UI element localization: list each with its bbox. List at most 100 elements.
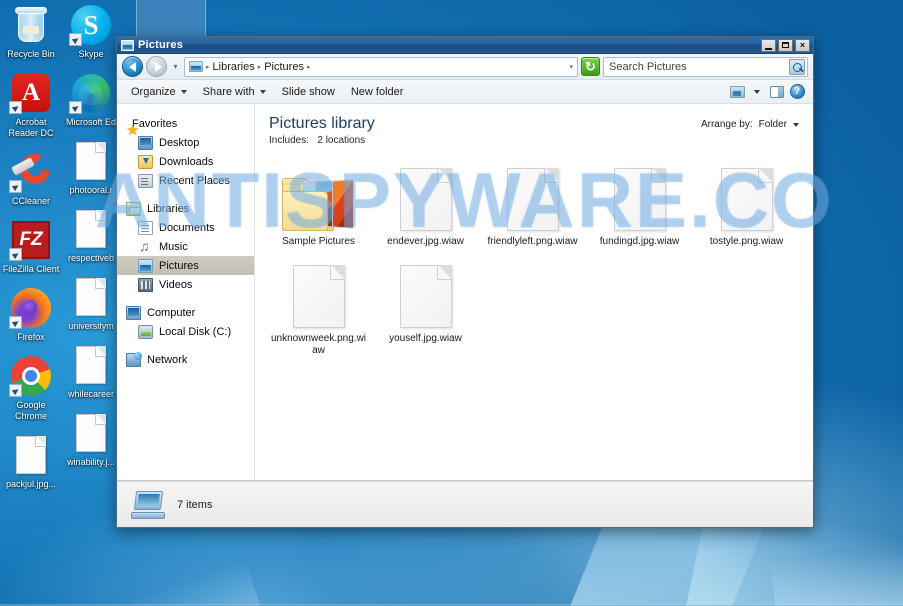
breadcrumb-root-icon[interactable]	[189, 61, 203, 72]
list-item[interactable]: Sample Pictures	[265, 158, 372, 255]
preview-pane-button[interactable]	[727, 83, 747, 101]
includes-value[interactable]: 2 locations	[317, 135, 365, 146]
sidebar-item-music[interactable]: Music	[117, 237, 254, 256]
desktop-icon-column-2: Skype Microsoft Ed photooral.r respectiv…	[62, 4, 120, 480]
history-dropdown-icon[interactable]: ▾	[170, 62, 181, 71]
breadcrumb[interactable]: ▸ Libraries ▸ Pictures ▸ ▾	[184, 56, 578, 77]
list-item[interactable]: youself.jpg.wiaw	[372, 255, 479, 364]
refresh-icon[interactable]	[581, 57, 600, 76]
command-toolbar: Organize Share with Slide show New folde…	[117, 80, 813, 104]
list-item[interactable]: fundingd.jpg.wiaw	[586, 158, 693, 255]
nav-group-computer: Computer Local Disk (C:)	[117, 303, 254, 341]
new-folder-button[interactable]: New folder	[343, 83, 412, 101]
sidebar-item-favorites[interactable]: Favorites	[117, 114, 254, 139]
arrange-by-value[interactable]: Folder	[759, 119, 787, 130]
forward-button[interactable]	[146, 56, 167, 77]
breadcrumb-item-libraries[interactable]: Libraries	[213, 61, 255, 73]
navigation-pane: Favorites Desktop Downloads Recent Place…	[117, 104, 255, 480]
sidebar-item-recent-places[interactable]: Recent Places	[117, 171, 254, 190]
address-dropdown-icon[interactable]: ▾	[569, 63, 573, 71]
close-button[interactable]: ×	[795, 38, 810, 52]
breadcrumb-separator-icon[interactable]: ▸	[206, 63, 210, 71]
sidebar-item-label: Documents	[159, 221, 215, 234]
chevron-down-icon	[259, 89, 266, 94]
layout-pane-button[interactable]	[767, 83, 787, 101]
sidebar-item-computer[interactable]: Computer	[117, 303, 254, 322]
list-item[interactable]: friendlyleft.png.wiaw	[479, 158, 586, 255]
chevron-down-icon	[754, 89, 760, 94]
chevron-down-icon	[793, 122, 799, 127]
organize-button[interactable]: Organize	[123, 83, 195, 101]
share-with-label: Share with	[202, 85, 255, 98]
desktop-icon-respectiveb[interactable]: respectiveb	[62, 208, 120, 264]
sidebar-item-label: Videos	[159, 278, 193, 291]
document-icon	[70, 412, 112, 454]
desktop-icon-column-1: Recycle Bin Acrobat Reader DC CCleaner F…	[2, 4, 60, 502]
desktop-icon-packjul[interactable]: packjul.jpg...	[2, 434, 60, 490]
filezilla-icon	[9, 219, 52, 261]
sidebar-item-libraries[interactable]: Libraries	[117, 199, 254, 218]
desktop-icon-ccleaner[interactable]: CCleaner	[2, 147, 60, 207]
desktop-icon-google-chrome[interactable]: Google Chrome	[2, 355, 60, 422]
file-icon	[613, 168, 666, 231]
desktop-icon-winability[interactable]: winability.j...	[62, 412, 120, 468]
file-thumbnail	[375, 163, 476, 231]
help-icon: ?	[789, 84, 805, 99]
sidebar-item-local-disk[interactable]: Local Disk (C:)	[117, 322, 254, 341]
window-title: Pictures	[138, 39, 184, 51]
list-item[interactable]: unknownweek.png.wiaw	[265, 255, 372, 364]
chrome-icon	[9, 355, 52, 397]
desktop-icon-recycle-bin[interactable]: Recycle Bin	[2, 4, 60, 60]
arrange-by-label: Arrange by:	[700, 119, 753, 130]
sidebar-item-label: Libraries	[147, 202, 190, 215]
breadcrumb-separator-icon[interactable]: ▸	[307, 63, 311, 71]
desktop-icon-whilecareer[interactable]: whilecareer	[62, 344, 120, 400]
desktop-icon-label: Skype	[78, 49, 104, 59]
slide-show-button[interactable]: Slide show	[274, 83, 343, 101]
sidebar-item-pictures[interactable]: Pictures	[117, 256, 254, 275]
library-header-text: Pictures library Includes: 2 locations	[269, 114, 375, 146]
list-item[interactable]: tostyle.png.wiaw	[693, 158, 800, 255]
breadcrumb-item-pictures[interactable]: Pictures	[264, 61, 304, 73]
desktop-icon-label: Firefox	[17, 332, 45, 342]
desktop-icon-filezilla[interactable]: FileZilla Client	[2, 219, 60, 275]
status-item-count: 7 items	[177, 498, 213, 511]
folder-thumbnail	[268, 163, 369, 231]
back-button[interactable]	[122, 56, 143, 77]
arrange-by-control[interactable]: Arrange by: Folder	[701, 114, 799, 130]
desktop-icon-universitym[interactable]: universitym	[62, 276, 120, 332]
shortcut-overlay-icon	[9, 248, 22, 261]
shortcut-overlay-icon	[9, 384, 22, 397]
desktop-icon-acrobat-reader[interactable]: Acrobat Reader DC	[2, 72, 60, 139]
search-box[interactable]	[603, 56, 808, 77]
sidebar-item-videos[interactable]: Videos	[117, 275, 254, 294]
list-item-label: tostyle.png.wiaw	[709, 236, 784, 247]
chevron-down-icon	[180, 89, 187, 94]
minimize-button[interactable]	[761, 38, 776, 52]
background-window[interactable]	[136, 0, 206, 40]
sidebar-item-downloads[interactable]: Downloads	[117, 152, 254, 171]
sidebar-item-desktop[interactable]: Desktop	[117, 133, 254, 152]
search-icon[interactable]	[789, 58, 805, 75]
desktop-icon-skype[interactable]: Skype	[62, 4, 120, 60]
pictures-icon	[138, 258, 153, 273]
view-options-dropdown[interactable]	[747, 83, 767, 101]
desktop-icon-microsoft-edge[interactable]: Microsoft Ed	[62, 72, 120, 128]
file-icon	[399, 265, 452, 328]
window-title-bar[interactable]: Pictures ×	[117, 37, 813, 54]
file-explorer-window: Pictures × ▾ ▸ Libraries ▸ Pictures ▸ ▾	[116, 36, 814, 528]
computer-status-icon	[131, 490, 165, 519]
sidebar-item-network[interactable]: Network	[117, 350, 254, 369]
desktop-icon-firefox[interactable]: Firefox	[2, 287, 60, 343]
help-button[interactable]: ?	[787, 83, 807, 101]
sidebar-item-documents[interactable]: Documents	[117, 218, 254, 237]
local-disk-icon	[138, 324, 153, 339]
breadcrumb-separator-icon[interactable]: ▸	[258, 63, 262, 71]
search-input[interactable]	[609, 60, 789, 73]
maximize-button[interactable]	[778, 38, 793, 52]
file-icon	[506, 168, 559, 231]
list-item[interactable]: endever.jpg.wiaw	[372, 158, 479, 255]
desktop-icon-photooral[interactable]: photooral.r	[62, 140, 120, 196]
computer-icon	[126, 305, 141, 320]
share-with-button[interactable]: Share with	[195, 83, 274, 101]
